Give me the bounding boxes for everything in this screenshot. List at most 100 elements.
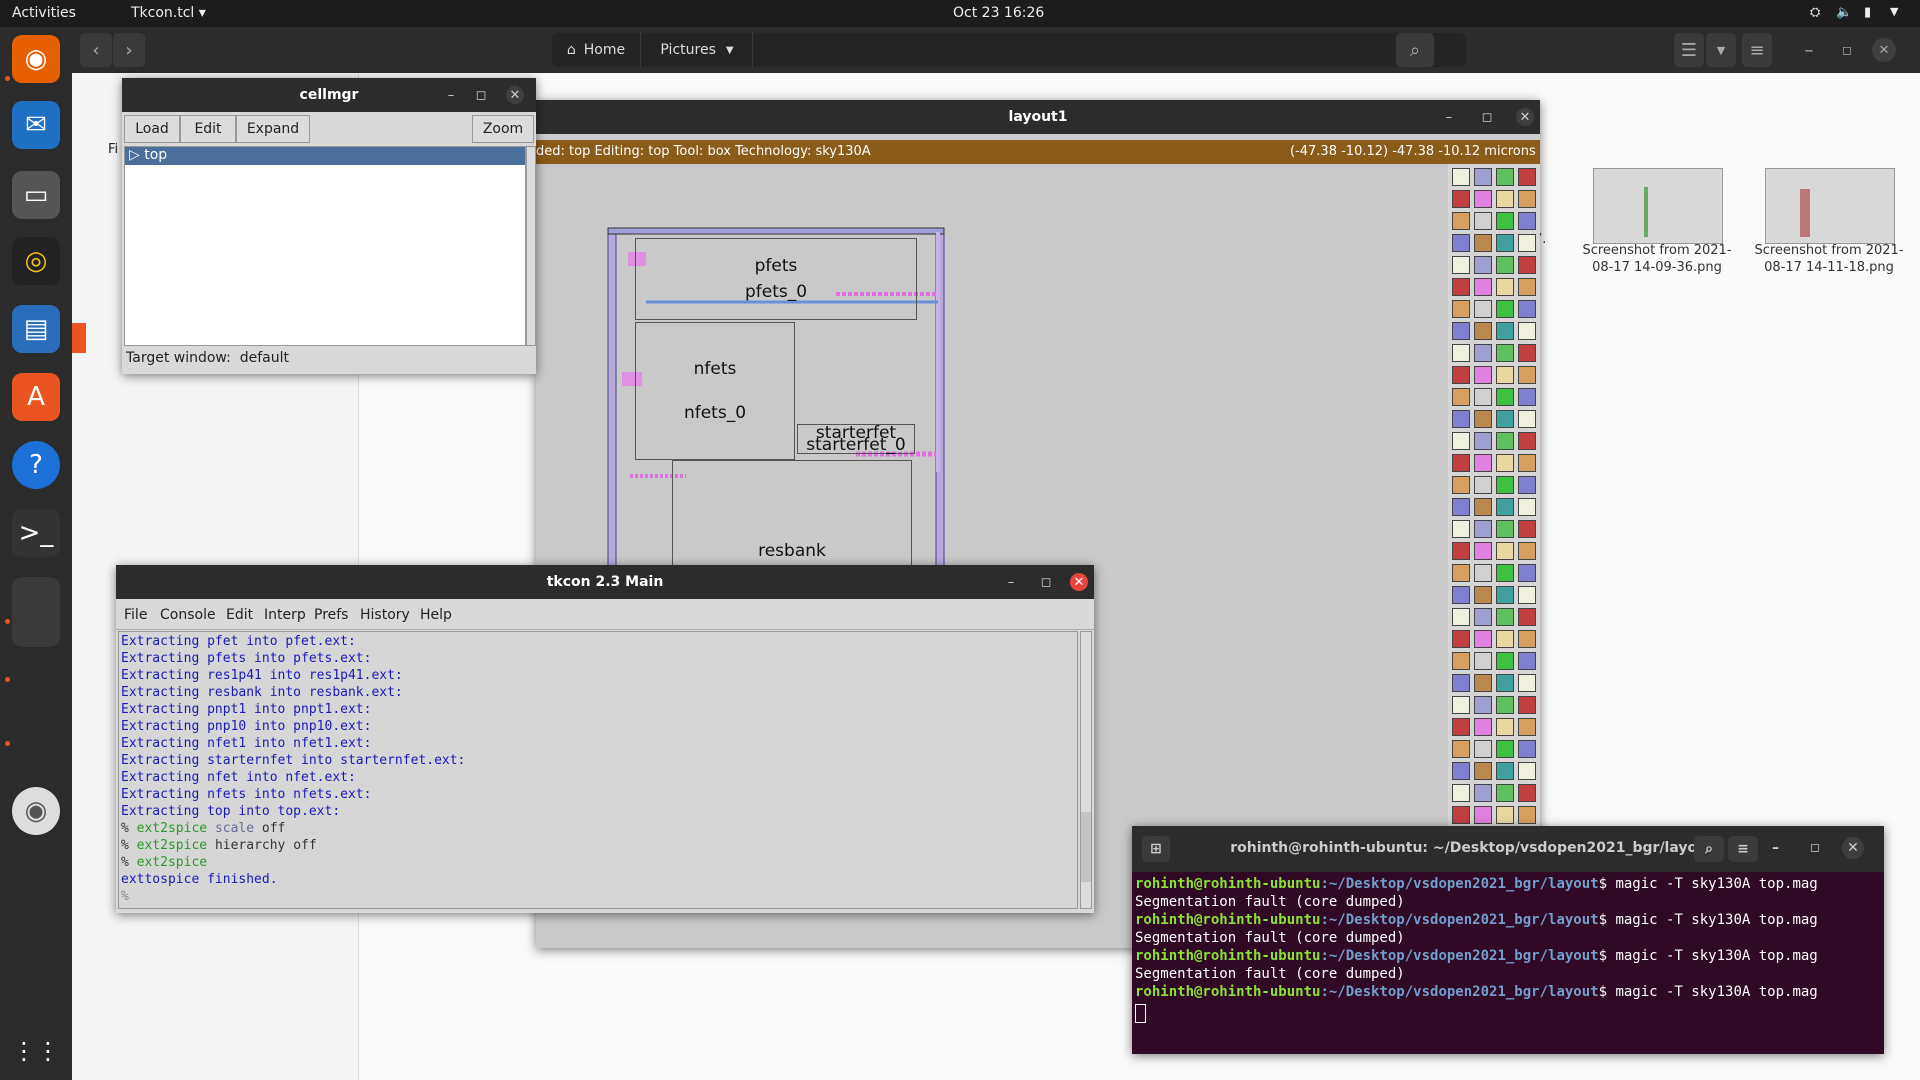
app-menu[interactable]: Tkcon.tcl ▾ bbox=[131, 5, 206, 21]
layer-swatch[interactable] bbox=[1452, 806, 1470, 824]
layer-swatch[interactable] bbox=[1518, 366, 1536, 384]
layer-swatch[interactable] bbox=[1518, 454, 1536, 472]
app-grid-icon[interactable]: ⋮⋮ bbox=[12, 1027, 60, 1075]
layer-swatch[interactable] bbox=[1496, 344, 1514, 362]
layer-swatch[interactable] bbox=[1452, 432, 1470, 450]
view-list-button[interactable]: ☰ bbox=[1674, 33, 1704, 67]
menu-prefs[interactable]: Prefs bbox=[314, 607, 348, 623]
load-button[interactable]: Load bbox=[124, 115, 180, 143]
layer-swatch[interactable] bbox=[1518, 498, 1536, 516]
layer-swatch[interactable] bbox=[1518, 278, 1536, 296]
expand-triangle-icon[interactable]: ▷ bbox=[129, 147, 140, 163]
maximize-button[interactable]: ◻ bbox=[1834, 33, 1860, 67]
layer-swatch[interactable] bbox=[1496, 190, 1514, 208]
volume-icon[interactable]: 🔈 bbox=[1836, 5, 1852, 20]
layer-swatch[interactable] bbox=[1496, 740, 1514, 758]
layer-swatch[interactable] bbox=[1474, 476, 1492, 494]
layer-swatch[interactable] bbox=[1474, 608, 1492, 626]
file-name[interactable]: Screenshot from 2021-08-17 14-09-36.png bbox=[1572, 242, 1742, 276]
layer-swatch[interactable] bbox=[1474, 300, 1492, 318]
layer-swatch[interactable] bbox=[1474, 256, 1492, 274]
back-button[interactable]: ‹ bbox=[80, 33, 112, 67]
layer-swatch[interactable] bbox=[1496, 718, 1514, 736]
layer-swatch[interactable] bbox=[1452, 410, 1470, 428]
layer-swatch[interactable] bbox=[1518, 300, 1536, 318]
file-name[interactable]: Screenshot from 2021-08-17 14-11-18.png bbox=[1744, 242, 1914, 276]
layer-swatch[interactable] bbox=[1496, 410, 1514, 428]
layer-swatch[interactable] bbox=[1518, 718, 1536, 736]
layer-swatch[interactable] bbox=[1496, 168, 1514, 186]
layer-swatch[interactable] bbox=[1518, 190, 1536, 208]
minimize-button[interactable]: – bbox=[1796, 33, 1822, 67]
layer-swatch[interactable] bbox=[1452, 564, 1470, 582]
layer-swatch[interactable] bbox=[1496, 586, 1514, 604]
terminal-icon[interactable]: >_ bbox=[12, 509, 60, 557]
rhythmbox-icon[interactable]: ◎ bbox=[12, 237, 60, 285]
layer-swatch[interactable] bbox=[1474, 542, 1492, 560]
layer-swatch[interactable] bbox=[1518, 564, 1536, 582]
layer-swatch[interactable] bbox=[1452, 542, 1470, 560]
layer-swatch[interactable] bbox=[1518, 234, 1536, 252]
cell-starterfet[interactable]: starterfet starterfet_0 bbox=[797, 424, 915, 454]
close-button[interactable]: ✕ bbox=[1070, 573, 1088, 591]
layer-swatch[interactable] bbox=[1496, 212, 1514, 230]
menu-console[interactable]: Console bbox=[160, 607, 216, 623]
layer-swatch[interactable] bbox=[1452, 762, 1470, 780]
layer-swatch[interactable] bbox=[1474, 432, 1492, 450]
layer-swatch[interactable] bbox=[1474, 278, 1492, 296]
software-icon[interactable]: A bbox=[12, 373, 60, 421]
layer-swatch[interactable] bbox=[1496, 234, 1514, 252]
layer-swatch[interactable] bbox=[1474, 410, 1492, 428]
layer-swatch[interactable] bbox=[1452, 784, 1470, 802]
minimize-button[interactable]: – bbox=[442, 86, 460, 104]
layer-swatch[interactable] bbox=[1474, 762, 1492, 780]
menu-icon[interactable]: ≡ bbox=[1728, 836, 1758, 862]
close-button[interactable]: ✕ bbox=[1872, 38, 1896, 62]
layer-swatch[interactable] bbox=[1452, 740, 1470, 758]
layer-swatch[interactable] bbox=[1474, 520, 1492, 538]
activities-button[interactable]: Activities bbox=[12, 5, 76, 21]
layer-swatch[interactable] bbox=[1496, 300, 1514, 318]
layer-swatch[interactable] bbox=[1496, 498, 1514, 516]
layer-swatch[interactable] bbox=[1518, 432, 1536, 450]
console-output[interactable]: Extracting pfet into pfet.ext: Extractin… bbox=[118, 631, 1078, 909]
layer-swatch[interactable] bbox=[1496, 674, 1514, 692]
layer-swatch[interactable] bbox=[1452, 498, 1470, 516]
writer-icon[interactable]: ▤ bbox=[12, 305, 60, 353]
layer-swatch[interactable] bbox=[1452, 278, 1470, 296]
layer-swatch[interactable] bbox=[1496, 256, 1514, 274]
layer-swatch[interactable] bbox=[1474, 344, 1492, 362]
layer-swatch[interactable] bbox=[1474, 564, 1492, 582]
layer-swatch[interactable] bbox=[1518, 762, 1536, 780]
network-icon[interactable]: ⛭ bbox=[1810, 5, 1820, 20]
layer-swatch[interactable] bbox=[1518, 630, 1536, 648]
edit-button[interactable]: Edit bbox=[180, 115, 236, 143]
layer-swatch[interactable] bbox=[1474, 190, 1492, 208]
chevron-down-icon[interactable]: ▼ bbox=[1890, 5, 1898, 18]
layer-swatch[interactable] bbox=[1452, 718, 1470, 736]
layer-swatch[interactable] bbox=[1474, 388, 1492, 406]
tree-scrollbar[interactable] bbox=[526, 146, 536, 346]
help-icon[interactable]: ? bbox=[12, 441, 60, 489]
layer-swatch[interactable] bbox=[1474, 630, 1492, 648]
firefox-icon[interactable]: ◉ bbox=[12, 35, 60, 83]
layer-swatch[interactable] bbox=[1496, 806, 1514, 824]
battery-icon[interactable]: ▮ bbox=[1864, 5, 1871, 20]
close-button[interactable]: ✕ bbox=[1842, 837, 1864, 859]
files-icon[interactable]: ▭ bbox=[12, 171, 60, 219]
layer-swatch[interactable] bbox=[1474, 322, 1492, 340]
forward-button[interactable]: › bbox=[113, 33, 145, 67]
new-tab-icon[interactable]: ⊞ bbox=[1142, 836, 1170, 862]
layer-swatch[interactable] bbox=[1452, 300, 1470, 318]
layer-swatch[interactable] bbox=[1518, 410, 1536, 428]
layer-swatch[interactable] bbox=[1496, 520, 1514, 538]
console-scrollbar[interactable] bbox=[1080, 631, 1092, 909]
file-thumbnail[interactable] bbox=[1593, 168, 1723, 244]
layer-swatch[interactable] bbox=[1518, 696, 1536, 714]
layer-swatch[interactable] bbox=[1518, 322, 1536, 340]
disc-icon[interactable]: ◉ bbox=[12, 787, 60, 835]
layer-swatch[interactable] bbox=[1452, 366, 1470, 384]
layer-swatch[interactable] bbox=[1518, 674, 1536, 692]
layer-swatch[interactable] bbox=[1474, 806, 1492, 824]
layer-swatch[interactable] bbox=[1452, 322, 1470, 340]
